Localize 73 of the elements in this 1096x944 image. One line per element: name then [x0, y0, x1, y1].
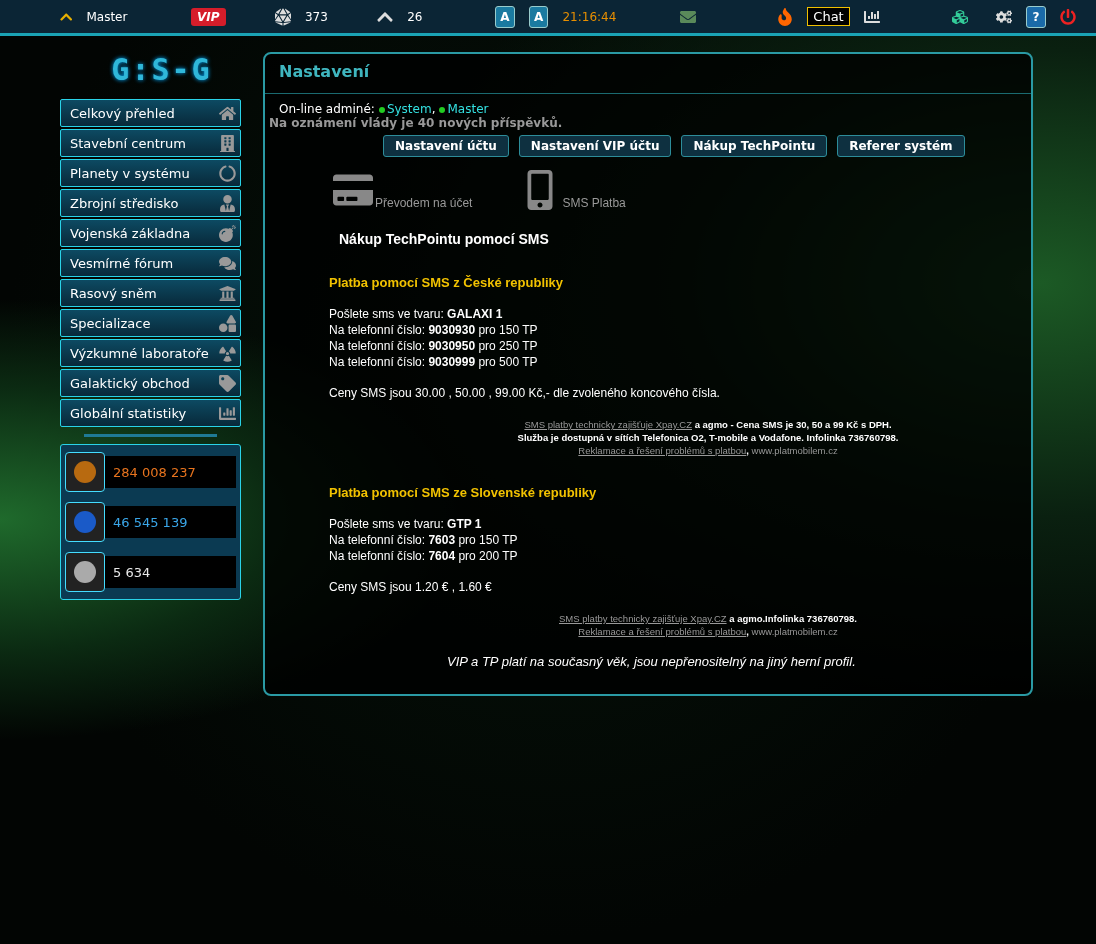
radiation-icon: [219, 344, 236, 362]
admins-label: On-line adminé:: [279, 102, 375, 116]
bar-chart-icon: [219, 404, 236, 422]
power-icon[interactable]: [1059, 7, 1076, 26]
dice-icon: [274, 7, 291, 26]
panel-title: Nastavení: [265, 60, 1031, 94]
notice-text: Na oznámení vlády je 40 nových příspěvků.: [269, 116, 564, 130]
fine-print: Reklamace a řešení problémů s platbou, www.platmobilem.cz: [577, 625, 839, 638]
resource-value: 284 008 237: [113, 464, 196, 480]
ring-icon: [219, 164, 236, 182]
nav-item[interactable]: Vojenská základna: [60, 219, 241, 247]
resource-value: 46 545 139: [113, 514, 188, 530]
nav-item[interactable]: Vesmírné fórum: [60, 249, 241, 277]
price-text: Ceny SMS jsou 1.20 € , 1.60 €: [329, 580, 493, 594]
vip-badge[interactable]: VIP: [191, 7, 226, 26]
person-icon: [219, 194, 236, 212]
bomb-icon: [219, 224, 236, 242]
building-icon: [219, 134, 236, 152]
tab-button[interactable]: Nastavení účtu: [383, 135, 509, 157]
instruction-line: Pošlete sms ve tvaru: GTP 1: [329, 516, 483, 532]
admin-name[interactable]: System,: [378, 102, 436, 116]
fire-icon[interactable]: [777, 7, 794, 26]
nav-item[interactable]: Výzkumné laboratoře: [60, 339, 241, 367]
resource-icon: [65, 552, 105, 592]
link[interactable]: SMS platby technicky zajišťuje Xpay.CZ: [559, 613, 727, 624]
link[interactable]: SMS platby technicky zajišťuje Xpay.CZ: [524, 419, 692, 430]
nav-item[interactable]: Galaktický obchod: [60, 369, 241, 397]
instruction-line: Na telefonní číslo: 7603 pro 150 TP: [329, 532, 519, 548]
section-heading: Nákup TechPointu pomocí SMS: [339, 231, 550, 247]
speech-bubbles-icon: [219, 254, 236, 272]
stat-value: 26: [407, 9, 423, 24]
nav-item[interactable]: Celkový přehled: [60, 99, 241, 127]
tab-button[interactable]: Nákup TechPointu: [681, 135, 828, 157]
clock-time: 21:16:44: [562, 9, 617, 24]
tag-icon: [219, 374, 236, 392]
cubes-icon[interactable]: [952, 7, 969, 26]
instruction-line: Pošlete sms ve tvaru: GALAXI 1: [329, 306, 504, 322]
nav-item[interactable]: Globální statistiky: [60, 399, 241, 427]
chat-button[interactable]: Chat: [807, 7, 850, 26]
fine-print: SMS platby technicky zajišťuje Xpay.CZ a agmo - Cena SMS je 30, 50 a 99 Kč s DPH.: [523, 418, 893, 431]
admin-name[interactable]: Master: [439, 102, 489, 116]
letter-button[interactable]: A: [528, 5, 549, 28]
payment-method[interactable]: SMS Platba: [514, 169, 632, 211]
footer-note: VIP a TP platí na současný věk, jsou nepřenositelný na jiný herní profil.: [447, 654, 857, 669]
shapes-icon: [219, 314, 236, 332]
help-button[interactable]: ?: [1026, 5, 1046, 28]
tab-button[interactable]: Nastavení VIP účtu: [518, 135, 672, 157]
columns-building-icon: [219, 284, 236, 302]
fine-print: SMS platby technicky zajišťuje Xpay.CZ a agmo.Infolinka 736760798.: [558, 612, 858, 625]
section-title: Platba pomocí SMS ze Slovenské republiky: [329, 485, 598, 500]
letter-button[interactable]: A: [494, 5, 515, 28]
stat-value: 373: [304, 9, 328, 24]
username: Master: [86, 9, 128, 24]
instruction-line: Na telefonní číslo: 9030930 pro 150 TP: [329, 322, 539, 338]
price-text: Ceny SMS jsou 30.00 , 50.00 , 99.00 Kč,- dle zvoleného koncového čísla.: [329, 386, 721, 400]
resource-value: 5 634: [113, 564, 151, 580]
payment-method[interactable]: Převodem na účet: [327, 169, 479, 211]
resource-icon: [65, 452, 105, 492]
instruction-line: Na telefonní číslo: 7604 pro 200 TP: [329, 548, 519, 564]
logo: G:S-G: [110, 52, 213, 87]
nav-item[interactable]: Rasový sněm: [60, 279, 241, 307]
nav-item[interactable]: Specializace: [60, 309, 241, 337]
section-title: Platba pomocí SMS z České republiky: [329, 275, 565, 290]
resource-icon: [65, 502, 105, 542]
fine-print: Služba je dostupná v sítích Telefonica O2, T-mobile a Vodafone. Infolinka 736760798.: [516, 431, 900, 444]
instruction-line: Na telefonní číslo: 9030950 pro 250 TP: [329, 338, 539, 354]
tab-button[interactable]: Referer systém: [837, 135, 965, 157]
nav-item[interactable]: Planety v systému: [60, 159, 241, 187]
nav-item[interactable]: Zbrojní středisko: [60, 189, 241, 217]
nav-item[interactable]: Stavební centrum: [60, 129, 241, 157]
fine-print: Reklamace a řešení problémů s platbou, www.platmobilem.cz: [577, 444, 839, 457]
home-icon: [219, 104, 236, 122]
instruction-line: Na telefonní číslo: 9030999 pro 500 TP: [329, 354, 539, 370]
